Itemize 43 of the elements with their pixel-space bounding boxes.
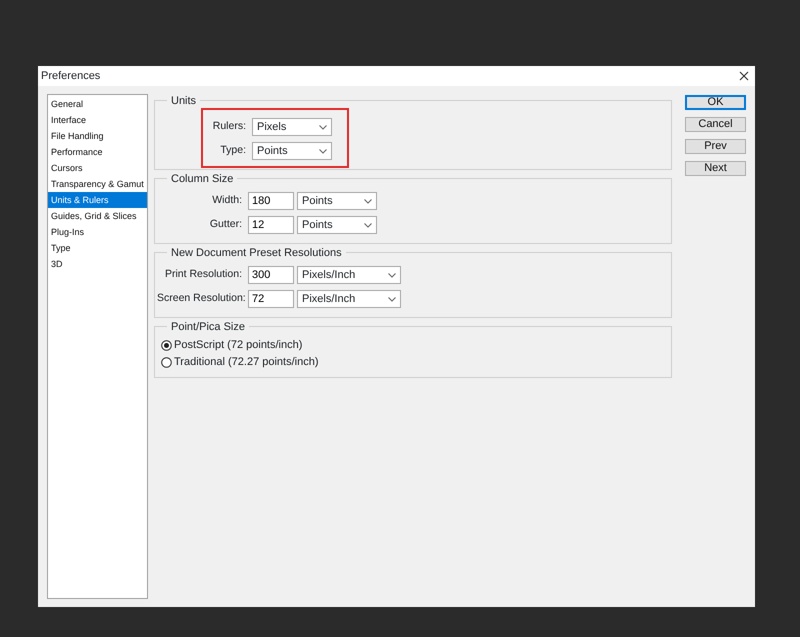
dialog-button[interactable]: Cancel	[685, 117, 746, 132]
category-item[interactable]: Type	[48, 240, 147, 256]
field-label: Rulers:	[212, 119, 247, 134]
field-label: Type:	[219, 143, 247, 158]
category-item[interactable]: Units & Rulers	[48, 192, 147, 208]
chevron-down-icon	[388, 296, 396, 302]
field-label: Screen Resolution:	[157, 291, 245, 306]
dialog-button[interactable]: Next	[685, 161, 746, 176]
dropdown[interactable]: Pixels	[252, 118, 332, 136]
category-item[interactable]: Performance	[48, 144, 147, 160]
chevron-down-icon	[364, 198, 372, 204]
chevron-down-icon	[319, 124, 327, 130]
chevron-down-icon	[364, 222, 372, 228]
dropdown[interactable]: Pixels/Inch	[297, 290, 401, 308]
field-label: Print Resolution:	[164, 267, 243, 282]
category-item[interactable]: Cursors	[48, 160, 147, 176]
category-item[interactable]: 3D	[48, 256, 147, 272]
category-item[interactable]: Plug-Ins	[48, 224, 147, 240]
category-item[interactable]: Interface	[48, 112, 147, 128]
number-field[interactable]: 12	[248, 216, 294, 234]
radio-label[interactable]: PostScript (72 points/inch)	[174, 337, 302, 354]
window-title: Preferences	[41, 68, 100, 84]
category-item[interactable]: Guides, Grid & Slices	[48, 208, 147, 224]
radio-button[interactable]	[161, 340, 172, 351]
radio-button[interactable]	[161, 357, 172, 368]
category-item[interactable]: General	[48, 96, 147, 112]
dialog-button[interactable]: Prev	[685, 139, 746, 154]
dropdown[interactable]: Pixels/Inch	[297, 266, 401, 284]
radio-label[interactable]: Traditional (72.27 points/inch)	[174, 354, 319, 371]
category-item[interactable]: File Handling	[48, 128, 147, 144]
chevron-down-icon	[388, 272, 396, 278]
dialog-button[interactable]: OK	[685, 95, 746, 110]
field-label: Gutter:	[208, 217, 243, 232]
close-icon[interactable]	[739, 71, 749, 81]
number-field[interactable]: 180	[248, 192, 294, 210]
field-label: Width:	[211, 193, 243, 208]
dropdown[interactable]: Points	[252, 142, 332, 160]
number-field[interactable]: 300	[248, 266, 294, 284]
category-item[interactable]: Transparency & Gamut	[48, 176, 147, 192]
dropdown[interactable]: Points	[297, 192, 377, 210]
dropdown[interactable]: Points	[297, 216, 377, 234]
number-field[interactable]: 72	[248, 290, 294, 308]
chevron-down-icon	[319, 148, 327, 154]
